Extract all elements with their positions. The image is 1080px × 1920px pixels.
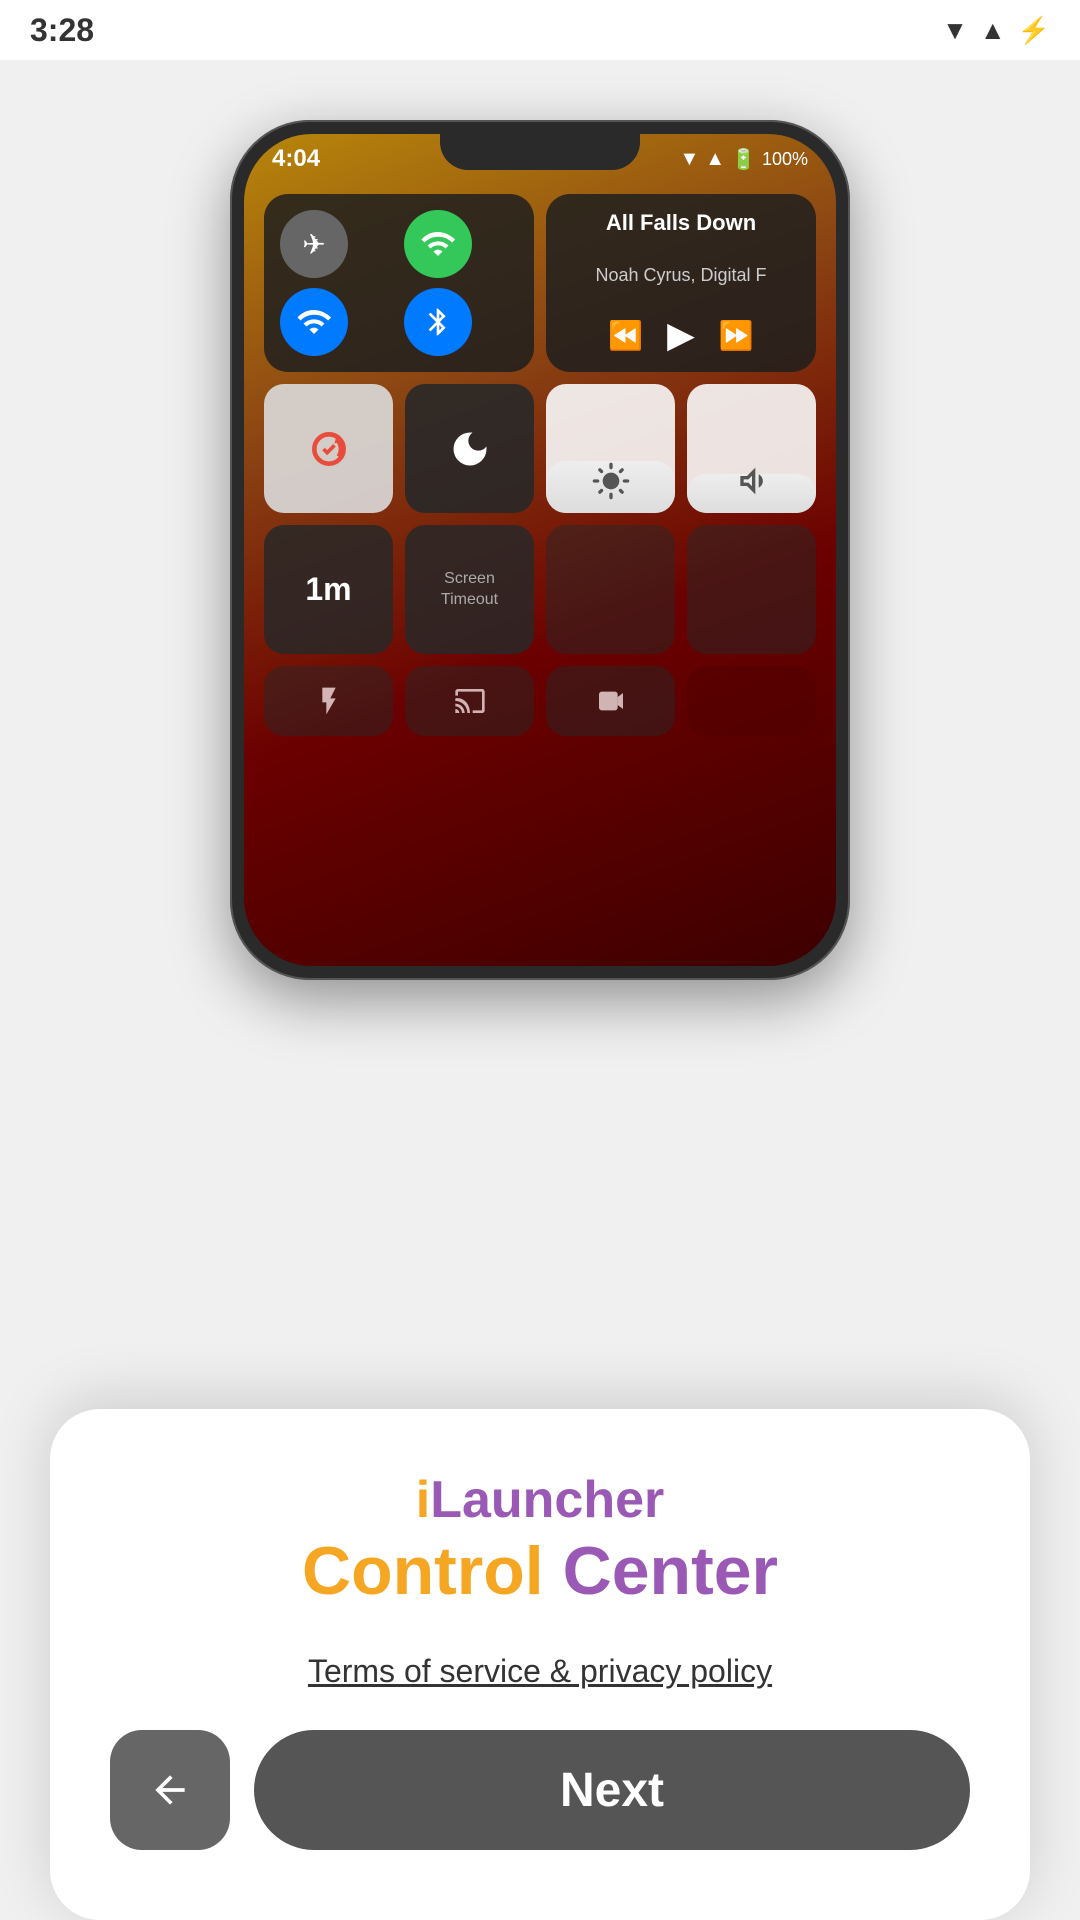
screen-timeout-btn[interactable]: ScreenTimeout [405,525,534,654]
phone-wifi-icon: ▼ [679,148,699,171]
phone-battery-pct: 100% [762,149,808,170]
title-control: Control [302,1533,544,1609]
cc-row4 [264,666,816,736]
forward-icon[interactable]: ⏩ [719,319,754,352]
timeout-indicator[interactable]: 1m [264,525,393,654]
phone-screen: 4:04 ▼ ▲ 🔋 100% ✈ [244,134,836,966]
rewind-icon[interactable]: ⏪ [608,319,643,352]
notch [440,134,640,170]
cc-extra-1 [546,525,675,654]
next-button[interactable]: Next [254,1730,970,1850]
control-center: ✈ [264,194,816,736]
app-title-line1: iLauncher [302,1469,778,1531]
cc-torch-btn[interactable] [264,666,393,736]
back-button[interactable] [110,1730,230,1850]
cc-record-btn[interactable] [546,666,675,736]
title-center: Center [563,1533,778,1609]
terms-link[interactable]: Terms of service & privacy policy [308,1653,772,1690]
cc-extra-2 [687,525,816,654]
rotation-lock-btn[interactable] [264,384,393,513]
cc-row1: ✈ [264,194,816,372]
app-title: iLauncher Control Center [302,1469,778,1613]
cc-row3: 1m ScreenTimeout [264,525,816,654]
music-controls: ⏪ ▶ ⏩ [562,314,800,356]
cc-extra-btn [687,666,816,736]
status-bar: 3:28 ▼ ▲ ⚡ [0,0,1080,60]
screen-timeout-label: ScreenTimeout [441,569,498,611]
airplane-mode-btn[interactable]: ✈ [280,210,348,278]
night-mode-btn[interactable] [405,384,534,513]
play-icon[interactable]: ▶ [667,314,695,356]
cc-connectivity: ✈ [264,194,534,372]
music-artist: Noah Cyrus, Digital F [562,265,800,286]
signal-icon: ▲ [980,15,1006,46]
battery-icon: ⚡ [1018,15,1050,46]
bottom-actions: Next [110,1730,970,1850]
status-time: 3:28 [30,12,94,49]
phone-status-right: ▼ ▲ 🔋 100% [679,147,808,172]
bottom-card: iLauncher Control Center Terms of servic… [50,1409,1030,1920]
volume-slider[interactable] [687,384,816,513]
phone-mockup: 4:04 ▼ ▲ 🔋 100% ✈ [230,120,850,980]
music-title: All Falls Down [562,210,800,236]
phone-container: 4:04 ▼ ▲ 🔋 100% ✈ [0,60,1080,980]
title-launcher: Launcher [430,1471,664,1529]
wifi-icon: ▼ [942,15,968,46]
brightness-slider[interactable] [546,384,675,513]
phone-time: 4:04 [272,145,320,173]
cc-music: All Falls Down Noah Cyrus, Digital F ⏪ ▶… [546,194,816,372]
status-icons: ▼ ▲ ⚡ [942,15,1050,46]
phone-signal-icon: ▲ [705,148,725,171]
next-button-label: Next [560,1763,664,1818]
phone-battery-icon: 🔋 [731,147,756,172]
wifi-toggle-btn[interactable] [280,288,348,356]
main-content: 4:04 ▼ ▲ 🔋 100% ✈ [0,60,1080,1920]
hotspot-btn[interactable] [404,210,472,278]
cc-row2 [264,384,816,513]
cc-cast-btn[interactable] [405,666,534,736]
title-i: i [416,1471,430,1529]
timeout-value: 1m [305,571,351,608]
app-title-line2: Control Center [302,1531,778,1613]
bluetooth-btn[interactable] [404,288,472,356]
